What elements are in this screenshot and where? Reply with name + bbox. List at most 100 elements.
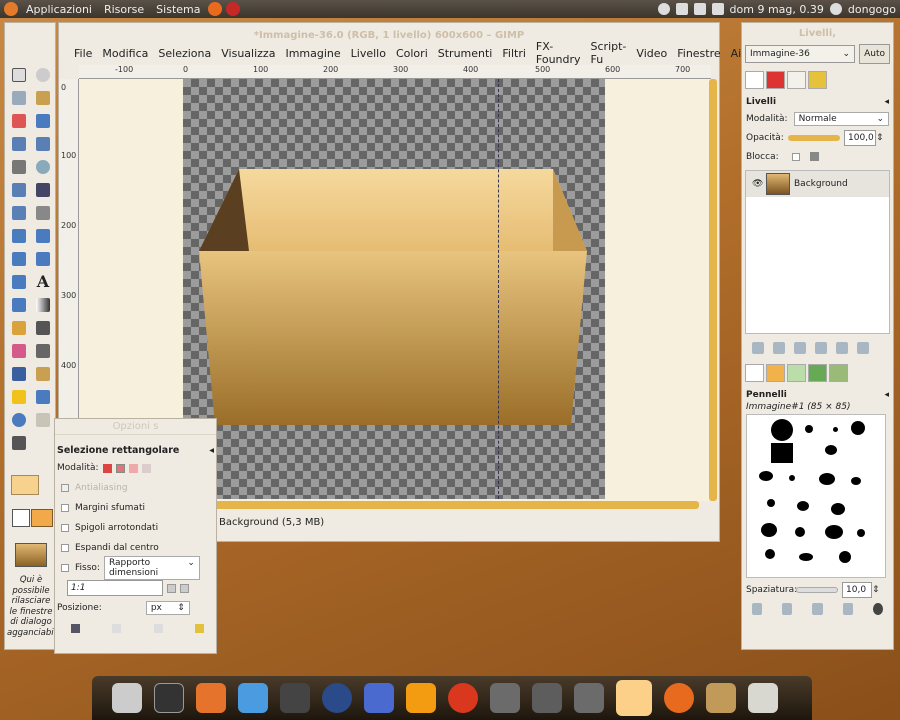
menu-sistema[interactable]: Sistema <box>150 3 206 16</box>
edit-brush-icon[interactable] <box>752 603 763 615</box>
tab-menu-icon[interactable]: ◂ <box>209 445 214 456</box>
background-color-swatch[interactable] <box>31 509 53 527</box>
tab-menu-icon[interactable]: ◂ <box>884 390 889 400</box>
heal-tool-icon[interactable] <box>8 385 30 408</box>
brush-grid[interactable] <box>746 414 886 578</box>
rect-select-tool-icon[interactable] <box>8 63 30 86</box>
tool-options-tab[interactable]: Opzioni s <box>55 419 216 435</box>
ellipse-select-tool-icon[interactable] <box>32 63 54 86</box>
menu-livello[interactable]: Livello <box>351 47 392 60</box>
brush-item[interactable] <box>839 551 851 563</box>
landscape-icon[interactable] <box>180 583 189 593</box>
brush-item[interactable] <box>771 419 793 441</box>
foreground-color-swatch[interactable] <box>11 475 39 495</box>
bucket-fill-tool-icon[interactable] <box>8 293 30 316</box>
crop-tool-icon[interactable] <box>32 201 54 224</box>
menu-strumenti[interactable]: Strumenti <box>438 47 499 60</box>
computer-icon[interactable] <box>112 683 142 713</box>
brush-item[interactable] <box>825 445 837 455</box>
vertical-scrollbar[interactable] <box>709 79 717 501</box>
menu-fx-foundry[interactable]: FX-Foundry <box>536 40 587 66</box>
layer-row[interactable]: 👁 Background <box>746 171 889 197</box>
help-icon[interactable] <box>226 2 241 16</box>
color-picker-tool-icon[interactable] <box>8 155 30 178</box>
anchor-layer-icon[interactable] <box>836 342 848 354</box>
brush-item[interactable] <box>765 549 775 559</box>
ink-tool-icon[interactable] <box>8 362 30 385</box>
opacity-input[interactable]: 100,0 <box>844 129 876 146</box>
brush-item[interactable] <box>857 529 865 537</box>
antialiasing-row[interactable]: Antialiasing <box>55 478 216 498</box>
feather-checkbox[interactable] <box>61 504 69 512</box>
brush-item[interactable] <box>831 503 845 515</box>
blend-tool-icon[interactable] <box>32 293 54 316</box>
vlc-icon[interactable] <box>406 683 436 713</box>
delete-layer-icon[interactable] <box>857 342 869 354</box>
expand-center-row[interactable]: Espandi dal centro <box>55 538 216 558</box>
blur-tool-icon[interactable] <box>8 408 30 431</box>
antialiasing-checkbox[interactable] <box>61 484 69 492</box>
spacing-input[interactable]: 10,0 <box>842 581 872 598</box>
duplicate-brush-icon[interactable] <box>812 603 823 615</box>
scissors-tool-icon[interactable] <box>32 109 54 132</box>
brush-item[interactable] <box>851 421 865 435</box>
zoom-tool-icon[interactable] <box>32 155 54 178</box>
clone-tool-icon[interactable] <box>32 362 54 385</box>
mode-subtract-icon[interactable] <box>128 463 138 473</box>
record-icon[interactable] <box>657 3 670 15</box>
feather-row[interactable]: Margini sfumati <box>55 498 216 518</box>
brush-item[interactable] <box>799 553 813 561</box>
volume-icon[interactable] <box>693 3 706 15</box>
network-icon[interactable] <box>675 3 688 15</box>
brush-item[interactable] <box>805 425 813 433</box>
scale-tool-icon[interactable] <box>32 224 54 247</box>
spinner-icon[interactable]: ⇕ <box>876 133 884 143</box>
tab-menu-icon[interactable]: ◂ <box>884 97 889 107</box>
brush-item[interactable] <box>825 525 843 539</box>
delete-options-icon[interactable] <box>153 623 163 633</box>
mode-add-icon[interactable] <box>115 463 125 473</box>
color-select-tool-icon[interactable] <box>8 109 30 132</box>
expand-center-checkbox[interactable] <box>61 544 69 552</box>
fixed-checkbox[interactable] <box>61 564 69 572</box>
firefox-icon[interactable] <box>664 683 694 713</box>
move-tool-icon[interactable] <box>32 178 54 201</box>
gimp-icon[interactable] <box>532 683 562 713</box>
tab-channels-icon[interactable] <box>766 71 785 89</box>
vertical-guide[interactable] <box>498 79 499 499</box>
perspective-tool-icon[interactable] <box>32 247 54 270</box>
portrait-icon[interactable] <box>167 583 176 593</box>
reset-options-icon[interactable] <box>194 623 204 633</box>
unit-select[interactable]: px ⇕ <box>145 601 190 615</box>
gimp-icon[interactable] <box>490 683 520 713</box>
raise-layer-icon[interactable] <box>773 342 785 354</box>
eraser-tool-icon[interactable] <box>8 339 30 362</box>
burner-icon[interactable] <box>448 683 478 713</box>
airbrush-tool-icon[interactable] <box>32 339 54 362</box>
brush-item[interactable] <box>767 499 775 507</box>
menu-risorse[interactable]: Risorse <box>98 3 150 16</box>
spinner-icon[interactable]: ⇕ <box>872 585 880 595</box>
brush-item[interactable] <box>851 477 861 485</box>
menu-applicazioni[interactable]: Applicazioni <box>20 3 98 16</box>
clock[interactable]: dom 9 mag, 0.39 <box>730 3 824 16</box>
save-options-icon[interactable] <box>71 623 80 633</box>
media-icon[interactable] <box>322 683 352 713</box>
active-image-preview[interactable] <box>15 543 47 567</box>
eye-icon[interactable]: 👁 <box>752 179 763 189</box>
tab-brushes-icon[interactable] <box>745 364 764 382</box>
shear-tool-icon[interactable] <box>8 247 30 270</box>
text-tool-icon[interactable]: A <box>32 270 54 293</box>
new-brush-icon[interactable] <box>782 603 793 615</box>
menu-modifica[interactable]: Modifica <box>102 47 154 60</box>
ubuntu-logo-icon[interactable] <box>4 2 18 16</box>
lasso-tool-icon[interactable] <box>8 86 30 109</box>
image-selector[interactable]: Immagine-36 ⌄ <box>745 45 856 63</box>
brush-preview[interactable] <box>12 509 30 527</box>
rotate-tool-icon[interactable] <box>8 224 30 247</box>
menu-seleziona[interactable]: Seleziona <box>158 47 217 60</box>
menu-script-fu[interactable]: Script-Fu <box>591 40 633 66</box>
power-icon[interactable] <box>829 3 842 15</box>
brush-item[interactable] <box>833 427 838 432</box>
foreground-select-tool-icon[interactable] <box>8 132 30 155</box>
